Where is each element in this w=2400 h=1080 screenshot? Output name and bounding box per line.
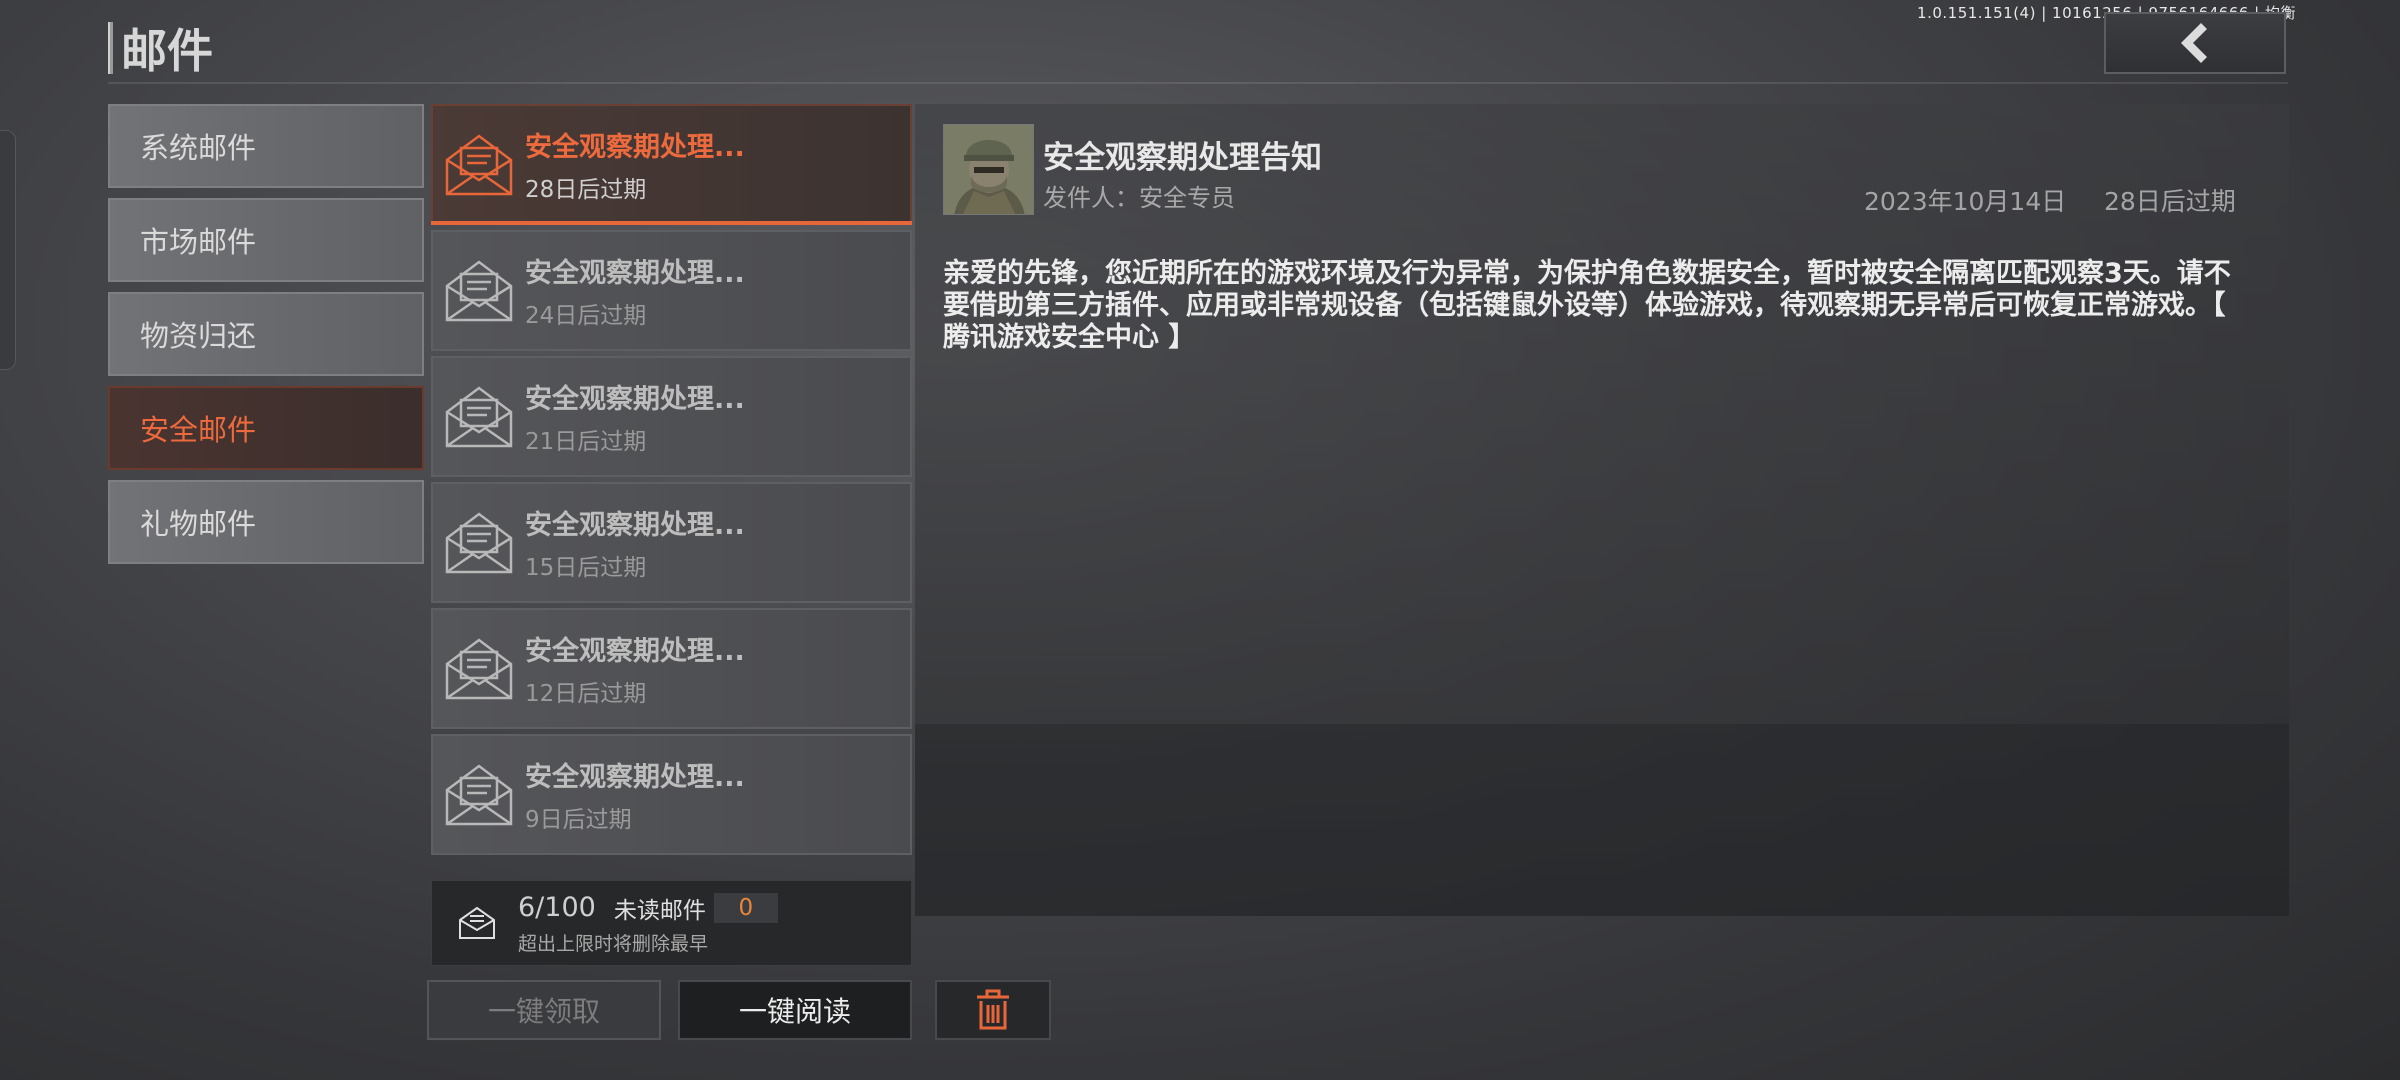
mail-expire: 28日后过期 [525,177,647,203]
mail-expire: 21日后过期 [525,429,647,455]
mail-title: 安全观察期处理... [525,258,745,289]
mail-list-item[interactable]: 安全观察期处理... 24日后过期 [431,230,912,351]
mail-list-item[interactable]: 安全观察期处理... 9日后过期 [431,734,912,855]
mail-expire: 15日后过期 [525,555,647,581]
mail-list-item[interactable]: 安全观察期处理... 12日后过期 [431,608,912,729]
open-envelope-icon [445,637,513,699]
claim-all-label: 一键领取 [487,995,600,1028]
read-all-label: 一键阅读 [738,995,851,1028]
mail-title: 安全观察期处理... [525,762,745,793]
read-all-button[interactable]: 一键阅读 [678,980,912,1040]
category-gift-mail[interactable]: 礼物邮件 [108,480,424,564]
trash-icon [977,989,1009,1030]
open-envelope-icon [445,763,513,825]
mail-count: 6/100 [518,892,596,923]
category-security-mail[interactable]: 安全邮件 [108,386,424,470]
mailbox-icon [459,906,495,939]
mail-date: 2023年10月14日 [1864,187,2067,216]
claim-all-button[interactable]: 一键领取 [427,980,661,1040]
open-envelope-icon [445,259,513,321]
category-label: 安全邮件 [140,413,257,447]
page-title-text: 邮件 [121,24,213,78]
category-label: 市场邮件 [140,225,257,259]
back-button[interactable] [2104,12,2286,74]
mail-detail-lower-panel [915,724,2289,916]
open-envelope-icon [445,385,513,447]
mail-title: 安全观察期处理... [525,384,745,415]
category-label: 物资归还 [140,319,257,353]
mail-expire-detail: 28日后过期 [2104,187,2236,216]
mail-expire: 12日后过期 [525,681,647,707]
mail-list: 安全观察期处理... 28日后过期 安全观察期处理... 24日后过期 安全观察… [431,104,912,860]
unread-label: 未读邮件 [613,897,706,924]
mail-sender: 发件人：安全专员 [1043,184,1235,212]
open-envelope-icon [445,133,513,195]
chevron-left-icon [2181,23,2207,63]
unread-count: 0 [713,892,778,923]
mail-subject: 安全观察期处理告知 [1043,140,1322,176]
mail-title: 安全观察期处理... [525,510,745,541]
category-label: 礼物邮件 [140,507,257,541]
mail-list-item[interactable]: 安全观察期处理... 15日后过期 [431,482,912,603]
sender-avatar [943,124,1034,215]
header-divider [108,82,2288,84]
mail-list-item[interactable]: 安全观察期处理... 28日后过期 [431,104,912,225]
page-title: 邮件 [108,20,213,78]
mail-title: 安全观察期处理... [525,132,745,163]
category-market-mail[interactable]: 市场邮件 [108,198,424,282]
open-envelope-icon [445,511,513,573]
side-drawer-handle[interactable] [0,130,16,370]
capacity-note: 超出上限时将删除最早 [518,932,709,955]
category-sidebar: 系统邮件 市场邮件 物资归还 安全邮件 礼物邮件 [108,104,424,574]
mail-list-item[interactable]: 安全观察期处理... 21日后过期 [431,356,912,477]
title-accent-bar [108,22,113,74]
category-system-mail[interactable]: 系统邮件 [108,104,424,188]
soldier-portrait-icon [944,125,1033,214]
mail-expire: 9日后过期 [525,807,632,833]
delete-button[interactable] [935,980,1051,1040]
category-label: 系统邮件 [140,131,257,165]
mail-body: 亲爱的先锋，您近期所在的游戏环境及行为异常，为保护角色数据安全，暂时被安全隔离匹… [943,258,2231,353]
mailbox-status: 6/100 未读邮件 0 超出上限时将删除最早 [431,880,912,966]
mail-expire: 24日后过期 [525,303,647,329]
category-supply-return[interactable]: 物资归还 [108,292,424,376]
mail-title: 安全观察期处理... [525,636,745,667]
